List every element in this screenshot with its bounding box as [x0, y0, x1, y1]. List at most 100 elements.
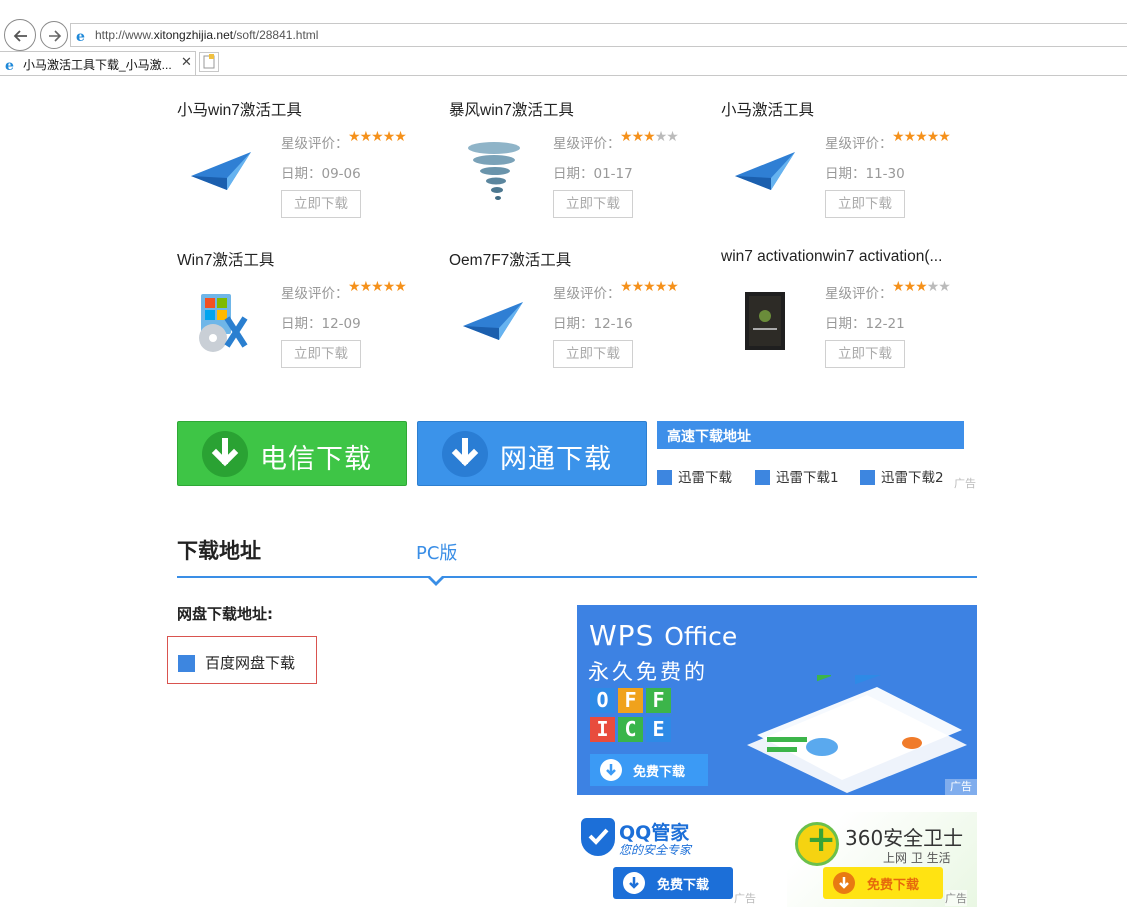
related-item-title[interactable]: 小马激活工具 [721, 98, 814, 120]
new-tab-button[interactable] [199, 52, 219, 72]
star-icon: ★ [631, 279, 645, 295]
rating-label: 星级评价： [281, 286, 349, 302]
star-icon: ★ [371, 279, 384, 295]
office-letter-tile: I [590, 717, 615, 742]
download-icon [860, 470, 875, 485]
360-security-ad[interactable]: 360安全卫士 上网 卫 生活 免费下载 广告 [787, 812, 977, 907]
star-icon: ★ [926, 129, 940, 145]
tab-current[interactable]: e 小马激活工具下载_小马激... ✕ [0, 51, 196, 75]
download-arrow-icon [442, 431, 488, 477]
back-arrow-icon [13, 30, 27, 42]
windows-tool-icon[interactable] [187, 288, 257, 358]
star-rating: ★★★★★ [620, 129, 679, 145]
star-icon: ★ [654, 279, 668, 295]
star-icon: ★ [620, 129, 633, 145]
download-now-button[interactable]: 立即下载 [281, 340, 361, 368]
forward-arrow-icon [49, 30, 62, 42]
date-label: 日期：01-17 [553, 166, 633, 182]
thunder-download-link-2[interactable]: 迅雷下载2 [860, 466, 944, 486]
star-icon: ★ [666, 279, 679, 295]
star-icon: ★ [903, 279, 917, 295]
svg-text:e: e [76, 29, 85, 44]
360-brand: 360安全卫士 [845, 826, 964, 850]
related-item: Oem7F7激活工具 星级评价： ★★★★★ 日期：12-16 立即下载 [449, 248, 709, 378]
address-bar[interactable]: e http://www.xitongzhijia.net/soft/28841… [70, 23, 1127, 47]
360-logo-icon [795, 819, 839, 866]
star-icon: ★ [643, 129, 656, 145]
download-icon [755, 470, 770, 485]
qq-manager-ad[interactable]: QQ管家 您的安全专家 免费下载 广告 [577, 812, 767, 907]
qq-slogan: 您的安全专家 [619, 843, 692, 857]
tab-bar: e 小马激活工具下载_小马激... ✕ [0, 49, 1127, 76]
related-item-title[interactable]: Win7激活工具 [177, 248, 274, 270]
related-item-title[interactable]: 小马win7激活工具 [177, 98, 302, 120]
paper-plane-icon[interactable] [459, 288, 529, 358]
download-now-button[interactable]: 立即下载 [281, 190, 361, 218]
download-now-button[interactable]: 立即下载 [825, 340, 905, 368]
rating-label: 星级评价： [553, 136, 621, 152]
360-free-download-button[interactable]: 免费下载 [823, 867, 943, 899]
netdisk-label: 网盘下载地址: [177, 605, 273, 623]
office-letter-tile: C [618, 717, 643, 742]
download-arrow-icon [623, 872, 645, 894]
windows-box-icon[interactable] [731, 288, 801, 358]
star-icon: ★ [892, 129, 905, 145]
wps-free-download-button[interactable]: 免费下载 [590, 754, 708, 786]
star-rating: ★★★★★ [348, 279, 407, 295]
ad-label: 广告 [945, 890, 967, 906]
star-icon: ★ [926, 279, 940, 295]
date-label: 日期：09-06 [281, 166, 361, 182]
baidu-netdisk-download-link[interactable]: 百度网盘下载 [167, 636, 317, 684]
rating-label: 星级评价： [281, 136, 349, 152]
paper-plane-icon[interactable] [731, 138, 801, 208]
star-icon: ★ [620, 279, 633, 295]
thunder-download-link-1[interactable]: 迅雷下载1 [755, 466, 839, 486]
related-item-title[interactable]: 暴风win7激活工具 [449, 98, 574, 120]
fast-download-header: 高速下载地址 [657, 421, 964, 449]
telecom-download-button[interactable]: 电信下载 [177, 421, 407, 486]
star-rating: ★★★★★ [892, 279, 951, 295]
qq-shield-icon [581, 818, 615, 856]
wps-office-ad[interactable]: WPS Office 永久免费的 OFFICE 免费下载 广告 [577, 605, 977, 795]
paper-plane-icon[interactable] [187, 138, 257, 208]
download-now-button[interactable]: 立即下载 [553, 190, 633, 218]
qq-free-download-button[interactable]: 免费下载 [613, 867, 733, 899]
tab-close-icon[interactable]: ✕ [181, 55, 192, 70]
browser-chrome: e http://www.xitongzhijia.net/soft/28841… [0, 0, 1127, 76]
date-label: 日期：12-16 [553, 316, 633, 332]
download-arrow-icon [202, 431, 248, 477]
download-arrow-icon [833, 872, 855, 894]
download-icon [178, 655, 195, 672]
back-button[interactable] [4, 19, 36, 51]
tornado-icon[interactable] [459, 138, 529, 208]
star-icon: ★ [359, 279, 373, 295]
forward-button[interactable] [40, 21, 68, 49]
star-icon: ★ [666, 129, 679, 145]
star-icon: ★ [903, 129, 917, 145]
star-icon: ★ [348, 129, 361, 145]
download-now-button[interactable]: 立即下载 [825, 190, 905, 218]
star-icon: ★ [382, 129, 396, 145]
related-item: 小马win7激活工具 星级评价： ★★★★★ 日期：09-06 立即下载 [177, 98, 437, 228]
related-item: 暴风win7激活工具星级评价： ★★★★★ 日期：01-17 立即下载 [449, 98, 709, 228]
netcom-download-button[interactable]: 网通下载 [417, 421, 647, 486]
thunder-download-link[interactable]: 迅雷下载 [657, 466, 732, 486]
telecom-download-label: 电信下载 [260, 444, 372, 475]
section-divider [177, 576, 977, 578]
star-icon: ★ [631, 129, 645, 145]
tab-pc-version[interactable]: PC版 [416, 539, 457, 565]
star-icon: ★ [938, 279, 951, 295]
tab-title: 小马激活工具下载_小马激... [23, 58, 172, 72]
rating-label: 星级评价： [553, 286, 621, 302]
related-item-title[interactable]: win7 activationwin7 activation(... [721, 248, 942, 266]
url-text: http://www.xitongzhijia.net/soft/28841.h… [95, 28, 319, 42]
related-item: Win7激活工具 星级评价： ★★★★★ 日期：12-09 立即下载 [177, 248, 437, 378]
section-title: 下载地址 [177, 539, 261, 563]
star-icon: ★ [915, 129, 928, 145]
wps-brand: WPS Office [589, 619, 738, 652]
download-now-button[interactable]: 立即下载 [553, 340, 633, 368]
star-icon: ★ [394, 279, 407, 295]
date-label: 日期：11-30 [825, 166, 905, 182]
wps-slogan: 永久免费的 [588, 660, 708, 684]
related-item-title[interactable]: Oem7F7激活工具 [449, 248, 571, 270]
